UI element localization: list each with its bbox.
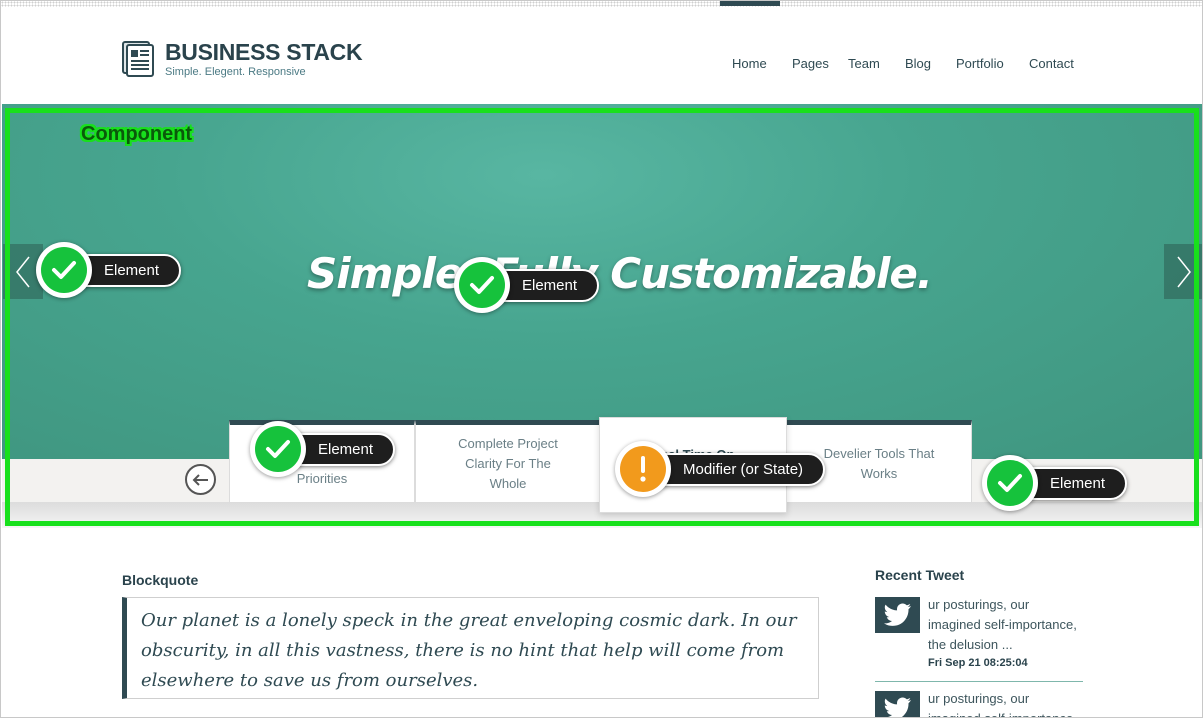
check-icon: [255, 426, 301, 472]
check-icon: [41, 247, 87, 293]
nav-item-contact[interactable]: Contact: [1029, 56, 1074, 71]
tweet-divider: [875, 681, 1083, 682]
check-icon: [459, 262, 505, 308]
page-frame: BUSINESS STACK Simple. Elegent. Responsi…: [0, 0, 1203, 718]
nav-item-portfolio[interactable]: Portfolio: [956, 56, 1004, 71]
top-dot-pattern: [1, 1, 1202, 7]
check-icon: [987, 460, 1033, 506]
main-nav: Home Pages Team Blog Portfolio Contact: [1, 56, 1202, 76]
nav-item-team[interactable]: Team: [848, 56, 880, 71]
recent-tweet-heading: Recent Tweet: [875, 567, 965, 583]
nav-item-blog[interactable]: Blog: [905, 56, 931, 71]
component-label: Component: [81, 123, 193, 145]
twitter-bird-icon: [875, 597, 920, 633]
active-nav-indicator: [720, 1, 780, 6]
blockquote-heading: Blockquote: [122, 572, 199, 588]
tweet-text: ur posturings, our imagined self-importa…: [928, 691, 1077, 717]
nav-item-home[interactable]: Home: [732, 56, 767, 71]
tweet-date: Fri Sep 21 08:25:04: [928, 657, 1028, 669]
tweet-item: ur posturings, our imagined self-importa…: [875, 689, 1083, 717]
exclamation-icon: [620, 446, 666, 492]
tweet-item: ur posturings, our imagined self-importa…: [875, 595, 1083, 675]
tweet-text: ur posturings, our imagined self-importa…: [928, 597, 1077, 652]
blockquote: Our planet is a lonely speck in the grea…: [122, 597, 819, 699]
blockquote-text: Our planet is a lonely speck in the grea…: [141, 610, 797, 691]
twitter-bird-icon: [875, 691, 920, 717]
nav-item-pages[interactable]: Pages: [792, 56, 829, 71]
